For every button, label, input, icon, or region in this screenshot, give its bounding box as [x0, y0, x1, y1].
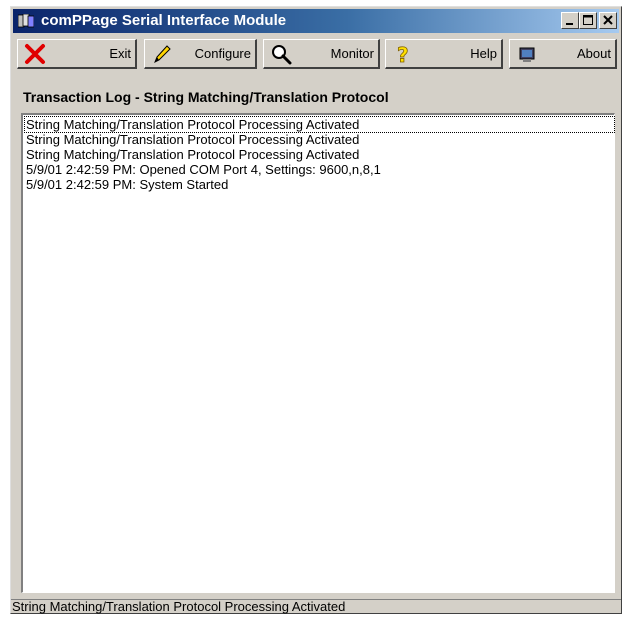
configure-button[interactable]: Configure [144, 39, 257, 69]
close-button[interactable] [599, 12, 617, 29]
monitor-button[interactable]: Monitor [263, 39, 380, 69]
transaction-log-list[interactable]: String Matching/Translation Protocol Pro… [21, 113, 615, 593]
main-window: comPPage Serial Interface Module Exit Co… [10, 6, 622, 614]
status-bar: String Matching/Translation Protocol Pro… [11, 599, 621, 614]
log-line[interactable]: 5/9/01 2:42:59 PM: System Started [26, 177, 228, 192]
log-line[interactable]: 5/9/01 2:42:59 PM: Opened COM Port 4, Se… [26, 162, 381, 177]
exit-label: Exit [109, 46, 131, 61]
maximize-icon [583, 15, 593, 25]
maximize-button[interactable] [579, 12, 597, 29]
about-button[interactable]: About [509, 39, 617, 69]
svg-text:?: ? [397, 43, 409, 65]
red-x-icon [25, 44, 45, 64]
about-label: About [577, 46, 611, 61]
window-title: comPPage Serial Interface Module [41, 12, 287, 29]
status-text: String Matching/Translation Protocol Pro… [12, 599, 346, 614]
log-line[interactable]: String Matching/Translation Protocol Pro… [26, 132, 359, 147]
exit-button[interactable]: Exit [17, 39, 137, 69]
log-line[interactable]: String Matching/Translation Protocol Pro… [24, 116, 615, 133]
toolbar: Exit Configure Monitor ? Help About [13, 37, 619, 71]
help-label: Help [470, 46, 497, 61]
title-bar[interactable]: comPPage Serial Interface Module [13, 9, 619, 33]
question-mark-icon: ? [397, 43, 409, 65]
minimize-icon [566, 23, 573, 25]
minimize-button[interactable] [561, 12, 579, 29]
configure-label: Configure [194, 46, 251, 61]
log-line[interactable]: String Matching/Translation Protocol Pro… [26, 147, 359, 162]
magnifier-icon [272, 45, 292, 65]
pencil-icon [154, 45, 171, 64]
log-section-title: Transaction Log - String Matching/Transl… [23, 89, 389, 105]
monitor-label: Monitor [330, 46, 374, 61]
help-button[interactable]: ? Help [385, 39, 503, 69]
close-icon [603, 15, 613, 25]
about-monitor-icon [519, 47, 535, 62]
app-window-icon [18, 14, 34, 28]
